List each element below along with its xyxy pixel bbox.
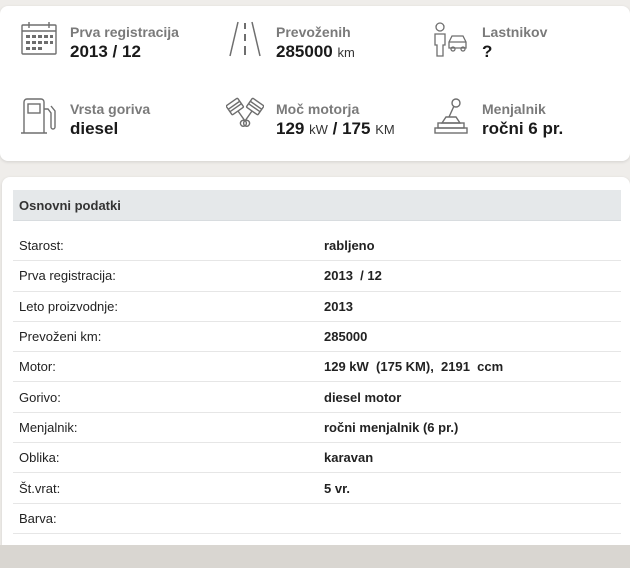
spec-label: Prevoženih xyxy=(276,24,351,40)
spec-value: 285000 xyxy=(276,42,333,61)
gear-shift-icon xyxy=(432,97,470,135)
row-key: Menjalnik: xyxy=(19,419,78,435)
spec-label: Menjalnik xyxy=(482,101,546,117)
row-value: 129 kW (175 KM), 2191 ccm xyxy=(324,359,504,375)
row-key: Gorivo: xyxy=(19,389,61,405)
power-kw-value: 129 xyxy=(276,119,305,138)
section-title: Osnovni podatki xyxy=(13,190,621,221)
table-row: Starost: rabljeno xyxy=(13,231,621,262)
spec-engine-power: Moč motorja 129 kW / 175 KM xyxy=(226,97,395,141)
spec-label: Lastnikov xyxy=(482,24,548,40)
row-key: Prevoženi km: xyxy=(19,329,102,345)
table-row: Motor: 129 kW (175 KM), 2191 ccm xyxy=(13,352,621,383)
spec-mileage: Prevoženih 285000 km xyxy=(226,20,355,64)
road-icon xyxy=(226,20,264,58)
power-separator: / xyxy=(332,119,338,138)
row-value: 5 vr. xyxy=(324,480,351,496)
spec-transmission: Menjalnik ročni 6 pr. xyxy=(432,97,563,140)
page-footer-bar xyxy=(0,545,630,568)
table-row: Prva registracija: 2013 / 12 xyxy=(13,261,621,292)
spec-first-registration: Prva registracija 2013 / 12 xyxy=(20,20,179,63)
table-row: Gorivo: diesel motor xyxy=(13,382,621,413)
calendar-icon xyxy=(20,20,58,58)
engine-piston-icon xyxy=(226,97,264,135)
row-value: 285000 xyxy=(324,329,368,345)
power-kw-unit: kW xyxy=(309,122,328,137)
spec-fuel-type: Vrsta goriva diesel xyxy=(20,97,150,140)
row-key: Starost: xyxy=(19,238,64,254)
spec-label: Prva registracija xyxy=(70,24,179,40)
spec-value: 2013 / 12 xyxy=(70,42,141,61)
owner-car-icon xyxy=(432,20,470,58)
row-key: Motor: xyxy=(19,359,56,375)
basic-data-card: Osnovni podatki Starost: rabljeno Prva re… xyxy=(2,177,630,545)
spec-value: diesel xyxy=(70,119,119,138)
table-row: Barva: xyxy=(13,504,621,534)
spec-label: Moč motorja xyxy=(276,101,360,117)
spec-value: ? xyxy=(482,42,493,61)
spec-unit: km xyxy=(337,45,355,60)
row-key: Oblika: xyxy=(19,450,60,466)
spec-owners: Lastnikov ? xyxy=(432,20,547,63)
table-row: Menjalnik: ročni menjalnik (6 pr.) xyxy=(13,413,621,444)
row-value: rabljeno xyxy=(324,238,375,254)
row-key: Št.vrat: xyxy=(19,480,61,496)
row-value: ročni menjalnik (6 pr.) xyxy=(324,419,459,435)
table-row: Št.vrat: 5 vr. xyxy=(13,473,621,504)
spec-value: ročni 6 pr. xyxy=(482,119,564,138)
power-km-unit: KM xyxy=(375,122,395,137)
power-km-value: 175 xyxy=(342,119,371,138)
row-value: diesel motor xyxy=(324,389,402,405)
row-key: Prva registracija: xyxy=(19,268,116,284)
fuel-pump-icon xyxy=(20,97,58,135)
row-value: 2013 xyxy=(324,298,353,314)
row-key: Leto proizvodnje: xyxy=(19,298,119,314)
basic-data-table: Starost: rabljeno Prva registracija: 2013 … xyxy=(13,231,621,534)
table-row: Prevoženi km: 285000 xyxy=(13,322,621,353)
row-value: karavan xyxy=(324,450,374,466)
key-specs-card: Prva registracija 2013 / 12 Prevoženih 2… xyxy=(0,6,630,161)
row-key: Barva: xyxy=(19,510,57,526)
spec-label: Vrsta goriva xyxy=(70,101,151,117)
table-row: Oblika: karavan xyxy=(13,443,621,474)
table-row: Leto proizvodnje: 2013 xyxy=(13,292,621,322)
row-value: 2013 / 12 xyxy=(324,268,382,284)
